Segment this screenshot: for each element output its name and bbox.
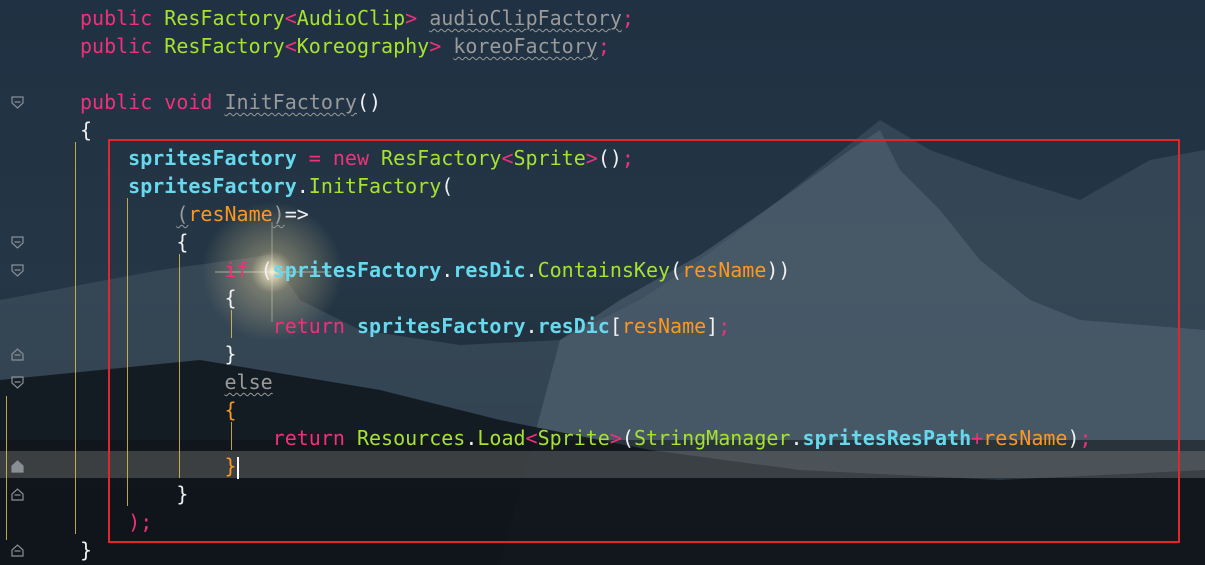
fold-close-icon[interactable] — [11, 544, 24, 557]
code-token: () — [356, 90, 382, 114]
code-token: > — [429, 34, 454, 58]
code-line[interactable]: { — [80, 116, 92, 144]
code-line[interactable]: public ResFactory<AudioClip> audioClipFa… — [80, 4, 634, 32]
fold-open-icon[interactable] — [11, 236, 24, 249]
code-token: } — [80, 538, 93, 562]
code-token: Koreography — [296, 34, 430, 58]
code-token: { — [80, 118, 93, 142]
code-line[interactable]: public ResFactory<Koreography> koreoFact… — [80, 32, 610, 60]
change-marker — [6, 396, 7, 540]
code-token: ; — [621, 6, 634, 30]
code-token: koreoFactory — [453, 34, 598, 58]
fold-close-icon[interactable] — [11, 460, 24, 473]
fold-open-icon[interactable] — [11, 264, 24, 277]
fold-open-icon[interactable] — [11, 376, 24, 389]
code-token: ResFactory — [164, 34, 285, 58]
code-token: public — [80, 34, 165, 58]
fold-open-icon[interactable] — [11, 96, 24, 109]
code-token: ResFactory — [164, 6, 285, 30]
code-token: < — [284, 34, 297, 58]
highlight-box — [108, 139, 1180, 543]
indent-guide — [75, 142, 76, 534]
code-token: void — [164, 90, 225, 114]
code-token: AudioClip — [296, 6, 406, 30]
code-token: < — [284, 6, 297, 30]
fold-close-icon[interactable] — [11, 348, 24, 361]
code-token: ; — [597, 34, 610, 58]
code-token: public — [80, 90, 165, 114]
code-line[interactable]: } — [80, 536, 92, 564]
code-token: audioClipFactory — [429, 6, 622, 30]
fold-close-icon[interactable] — [11, 488, 24, 501]
code-token: InitFactory — [224, 90, 357, 114]
code-line[interactable]: public void InitFactory() — [80, 88, 381, 116]
code-token: > — [405, 6, 430, 30]
code-token: public — [80, 6, 165, 30]
